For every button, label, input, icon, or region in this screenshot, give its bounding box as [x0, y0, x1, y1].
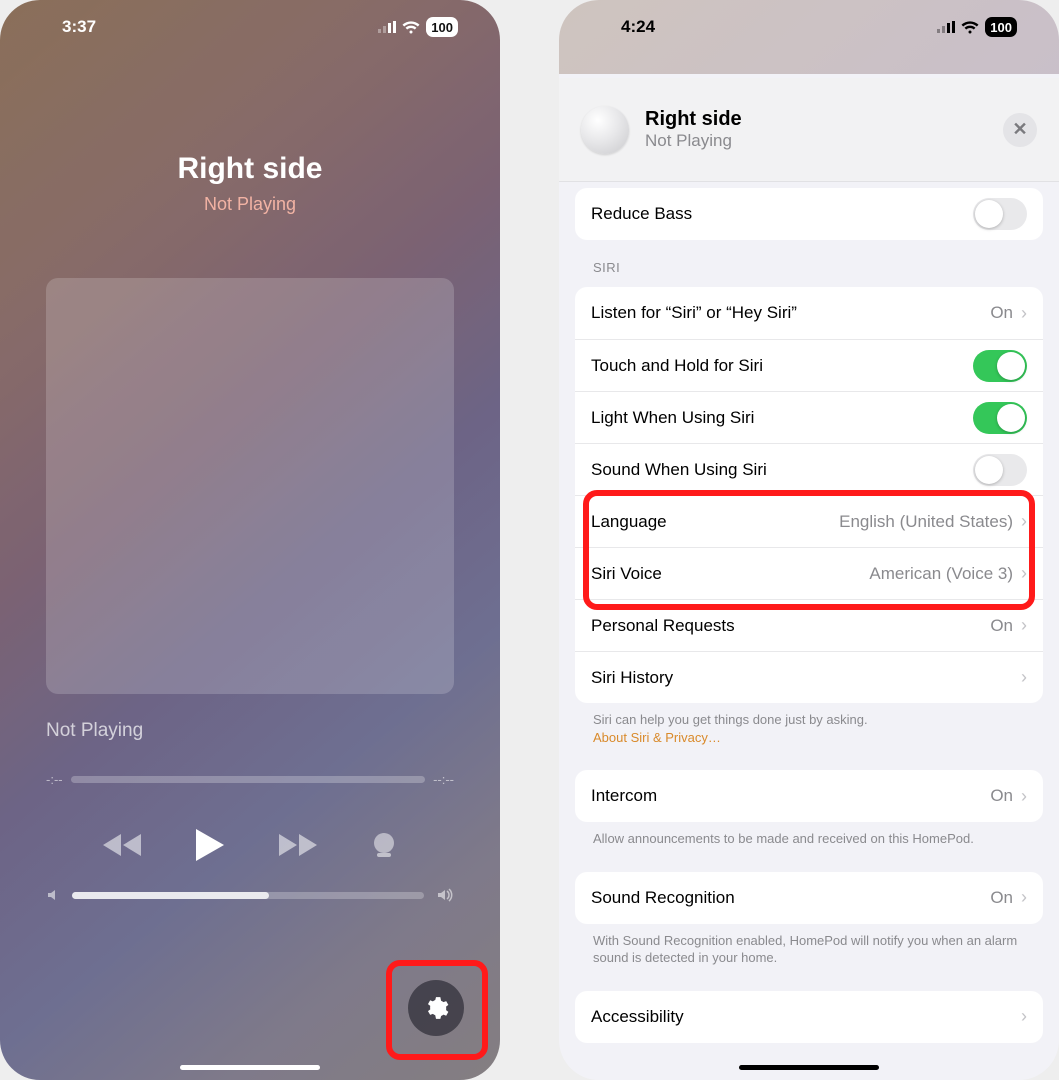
chevron-right-icon: ›: [1021, 511, 1027, 532]
playback-controls: [0, 810, 500, 880]
toggle-light-siri[interactable]: [973, 402, 1027, 434]
row-sound-siri[interactable]: Sound When Using Siri: [575, 443, 1043, 495]
status-time: 4:24: [621, 17, 655, 37]
playback-status: Not Playing: [0, 194, 500, 215]
siri-footer-text: Siri can help you get things done just b…: [593, 712, 868, 727]
settings-button[interactable]: [408, 980, 464, 1036]
row-language[interactable]: Language English (United States) ›: [575, 495, 1043, 547]
row-siri-voice[interactable]: Siri Voice American (Voice 3) ›: [575, 547, 1043, 599]
row-label: Sound Recognition: [591, 888, 735, 908]
forward-button[interactable]: [278, 832, 318, 858]
chevron-right-icon: ›: [1021, 786, 1027, 807]
row-value: American (Voice 3): [869, 564, 1013, 584]
chevron-right-icon: ›: [1021, 303, 1027, 324]
row-label: Personal Requests: [591, 616, 735, 636]
homepod-icon: [581, 106, 629, 154]
row-label: Reduce Bass: [591, 204, 692, 224]
row-value: English (United States): [839, 512, 1013, 532]
row-touch-hold-siri[interactable]: Touch and Hold for Siri: [575, 339, 1043, 391]
row-siri-history[interactable]: Siri History ›: [575, 651, 1043, 703]
airplay-icon[interactable]: [370, 831, 398, 859]
play-button[interactable]: [194, 827, 226, 863]
row-reduce-bass[interactable]: Reduce Bass: [575, 188, 1043, 240]
toggle-reduce-bass[interactable]: [973, 198, 1027, 230]
intercom-footer: Allow announcements to be made and recei…: [593, 830, 1043, 848]
scrubber[interactable]: -:-- --:--: [46, 772, 454, 787]
row-sound-recognition[interactable]: Sound Recognition On ›: [575, 872, 1043, 924]
sound-recognition-footer: With Sound Recognition enabled, HomePod …: [593, 932, 1043, 967]
status-bar: 4:24 100: [559, 0, 1059, 54]
status-time: 3:37: [62, 17, 96, 37]
chevron-right-icon: ›: [1021, 667, 1027, 688]
row-intercom[interactable]: Intercom On ›: [575, 770, 1043, 822]
wifi-icon: [402, 21, 420, 34]
section-header-siri: SIRI: [593, 260, 1043, 275]
chevron-right-icon: ›: [1021, 615, 1027, 636]
chevron-right-icon: ›: [1021, 887, 1027, 908]
row-label: Listen for “Siri” or “Hey Siri”: [591, 303, 797, 323]
row-value: On: [990, 303, 1013, 323]
volume-slider[interactable]: [46, 888, 454, 902]
album-artwork[interactable]: [46, 278, 454, 694]
cell-signal-icon: [937, 21, 955, 33]
settings-screen: 4:24 100 Right side Not Playing ✕ Reduce…: [559, 0, 1059, 1080]
row-light-siri[interactable]: Light When Using Siri: [575, 391, 1043, 443]
row-label: Accessibility: [591, 1007, 684, 1027]
time-elapsed: -:--: [46, 772, 63, 787]
row-label: Language: [591, 512, 667, 532]
time-remaining: --:--: [433, 772, 454, 787]
sheet-header: Right side Not Playing ✕: [559, 78, 1059, 182]
volume-low-icon: [46, 888, 60, 902]
status-bar: 3:37 100: [0, 0, 500, 54]
row-label: Touch and Hold for Siri: [591, 356, 763, 376]
now-playing-screen: 3:37 100 Right side Not Playing Not Play…: [0, 0, 500, 1080]
scrubber-track[interactable]: [71, 776, 425, 783]
row-label: Siri Voice: [591, 564, 662, 584]
header-subtitle: Not Playing: [645, 131, 742, 151]
close-button[interactable]: ✕: [1003, 113, 1037, 147]
row-value: On: [990, 616, 1013, 636]
settings-list[interactable]: Reduce Bass SIRI Listen for “Siri” or “H…: [559, 182, 1059, 1080]
wifi-icon: [961, 21, 979, 34]
close-icon: ✕: [1012, 119, 1027, 140]
toggle-sound-siri[interactable]: [973, 454, 1027, 486]
group-intercom: Intercom On ›: [575, 770, 1043, 822]
about-siri-privacy-link[interactable]: About Siri & Privacy…: [593, 730, 721, 745]
row-accessibility[interactable]: Accessibility ›: [575, 991, 1043, 1043]
status-icons: 100: [937, 17, 1017, 37]
row-label: Siri History: [591, 668, 673, 688]
row-label: Sound When Using Siri: [591, 460, 767, 480]
chevron-right-icon: ›: [1021, 1006, 1027, 1027]
chevron-right-icon: ›: [1021, 563, 1027, 584]
gear-icon: [423, 995, 449, 1021]
rewind-button[interactable]: [102, 832, 142, 858]
toggle-touch-hold-siri[interactable]: [973, 350, 1027, 382]
row-value: On: [990, 786, 1013, 806]
header-title: Right side: [645, 108, 742, 131]
row-label: Intercom: [591, 786, 657, 806]
volume-track[interactable]: [72, 892, 424, 899]
group-accessibility: Accessibility ›: [575, 991, 1043, 1043]
battery-indicator: 100: [426, 17, 458, 37]
volume-high-icon: [436, 888, 454, 902]
row-personal-requests[interactable]: Personal Requests On ›: [575, 599, 1043, 651]
not-playing-label: Not Playing: [46, 720, 143, 742]
row-label: Light When Using Siri: [591, 408, 754, 428]
group-sound-recognition: Sound Recognition On ›: [575, 872, 1043, 924]
row-listen-for-siri[interactable]: Listen for “Siri” or “Hey Siri” On ›: [575, 287, 1043, 339]
home-indicator[interactable]: [180, 1065, 320, 1070]
siri-footer: Siri can help you get things done just b…: [593, 711, 1043, 746]
group-siri: Listen for “Siri” or “Hey Siri” On › Tou…: [575, 287, 1043, 703]
row-value: On: [990, 888, 1013, 908]
cell-signal-icon: [378, 21, 396, 33]
home-indicator[interactable]: [739, 1065, 879, 1070]
status-icons: 100: [378, 17, 458, 37]
device-title: Right side: [0, 152, 500, 186]
battery-indicator: 100: [985, 17, 1017, 37]
group-audio-continued: Reduce Bass: [575, 188, 1043, 240]
